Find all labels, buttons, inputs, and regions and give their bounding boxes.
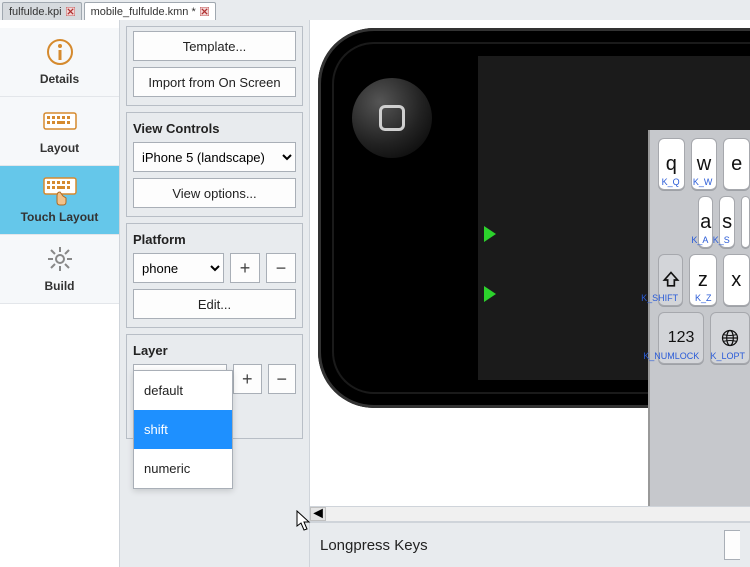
key-shift[interactable]: K_SHIFT: [658, 254, 683, 306]
layer-title: Layer: [133, 339, 296, 364]
key-a[interactable]: aK_A: [698, 196, 713, 248]
key-q[interactable]: qK_Q: [658, 138, 685, 190]
info-icon: [40, 36, 80, 68]
gear-icon: [40, 243, 80, 275]
bottom-bar: Longpress Keys: [310, 522, 750, 567]
mouse-cursor-icon: [296, 510, 312, 532]
platform-remove-button[interactable]: −: [266, 253, 296, 283]
home-square-icon: [379, 105, 405, 131]
shift-icon: [661, 270, 681, 290]
side-tab-label: Details: [40, 72, 79, 86]
preview-pane: qK_Q wK_W e aK_A sK_S K_SHIFT zK_Z x 123…: [310, 20, 750, 567]
tab-label: fulfulde.kpi: [9, 6, 62, 18]
side-tab-details[interactable]: Details: [0, 28, 119, 97]
layer-add-button[interactable]: +: [233, 364, 262, 394]
device-select[interactable]: iPhone 5 (landscape): [133, 142, 296, 172]
template-group: Template... Import from On Screen: [126, 26, 303, 106]
layer-group: Layer default + − default shift numeric: [126, 334, 303, 439]
platform-group: Platform phone + − Edit...: [126, 223, 303, 328]
key-s[interactable]: sK_S: [719, 196, 734, 248]
keyboard-icon: [40, 105, 80, 137]
scroll-left-arrow[interactable]: ◄: [310, 507, 326, 521]
template-button[interactable]: Template...: [133, 31, 296, 61]
key-numlock[interactable]: 123K_NUMLOCK: [658, 312, 704, 364]
import-on-screen-button[interactable]: Import from On Screen: [133, 67, 296, 97]
play-marker-icon[interactable]: [484, 286, 496, 302]
view-options-button[interactable]: View options...: [133, 178, 296, 208]
play-marker-icon[interactable]: [484, 226, 496, 242]
tab-fulfulde-kpi[interactable]: fulfulde.kpi: [2, 2, 82, 20]
file-tabs: fulfulde.kpi mobile_fulfulde.kmn *: [0, 0, 750, 20]
tab-label: mobile_fulfulde.kmn *: [91, 6, 196, 18]
globe-icon: [720, 328, 740, 348]
layer-option-default[interactable]: default: [134, 371, 232, 410]
side-tabs: Details Layout Touch Layout Build: [0, 20, 120, 567]
layer-remove-button[interactable]: −: [268, 364, 297, 394]
longpress-keys-label: Longpress Keys: [320, 537, 428, 554]
view-controls-title: View Controls: [133, 117, 296, 142]
key-x[interactable]: x: [723, 254, 750, 306]
layer-dropdown-list: default shift numeric: [133, 370, 233, 489]
key-w[interactable]: wK_W: [691, 138, 718, 190]
side-tab-label: Touch Layout: [21, 210, 99, 224]
key-d-partial[interactable]: [741, 196, 750, 248]
close-icon[interactable]: [200, 7, 209, 16]
key-z[interactable]: zK_Z: [689, 254, 716, 306]
bottom-input-partial[interactable]: [724, 530, 740, 560]
home-button: [352, 78, 432, 158]
key-lopt[interactable]: K_LOPT: [710, 312, 750, 364]
platform-edit-button[interactable]: Edit...: [133, 289, 296, 319]
touch-keyboard-icon: [40, 174, 80, 206]
tab-mobile-fulfulde-kmn[interactable]: mobile_fulfulde.kmn *: [84, 2, 216, 20]
side-tab-label: Layout: [40, 141, 79, 155]
layer-option-numeric[interactable]: numeric: [134, 449, 232, 488]
close-icon[interactable]: [66, 7, 75, 16]
options-panel: Template... Import from On Screen View C…: [120, 20, 310, 567]
side-tab-label: Build: [45, 279, 75, 293]
platform-select[interactable]: phone: [133, 253, 224, 283]
side-tab-layout[interactable]: Layout: [0, 97, 119, 166]
side-tab-touch-layout[interactable]: Touch Layout: [0, 166, 119, 235]
platform-title: Platform: [133, 228, 296, 253]
side-tab-build[interactable]: Build: [0, 235, 119, 304]
virtual-keyboard: qK_Q wK_W e aK_A sK_S K_SHIFT zK_Z x 123…: [648, 130, 750, 539]
platform-add-button[interactable]: +: [230, 253, 260, 283]
view-controls-group: View Controls iPhone 5 (landscape) View …: [126, 112, 303, 217]
key-e[interactable]: e: [723, 138, 750, 190]
layer-option-shift[interactable]: shift: [134, 410, 232, 449]
horizontal-scrollbar[interactable]: ◄: [310, 506, 750, 522]
